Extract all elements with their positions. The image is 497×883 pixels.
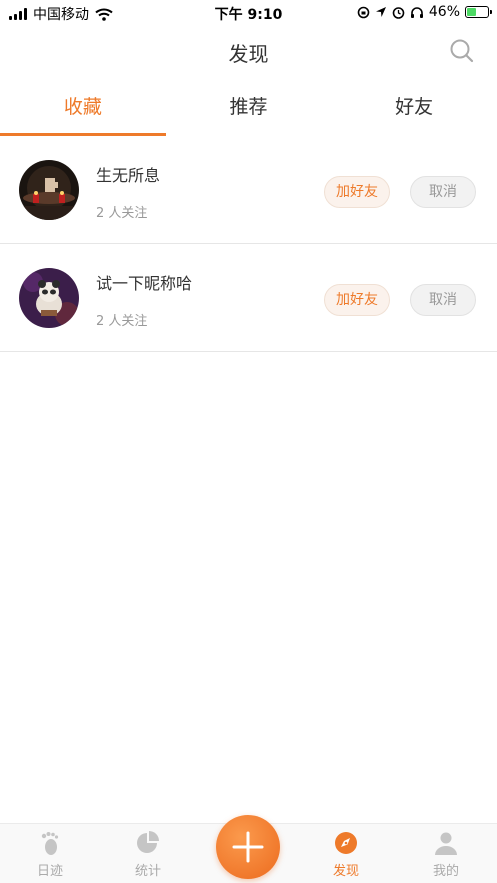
- lock-rotation-icon: [357, 6, 370, 18]
- status-right: 46%: [357, 4, 492, 20]
- add-friend-button[interactable]: 加好友: [324, 176, 390, 208]
- user-name: 试一下昵称哈: [96, 274, 193, 293]
- tabbar-label: 日迹: [36, 864, 63, 879]
- tab-friends[interactable]: 好友: [331, 82, 497, 136]
- add-entry-button[interactable]: [216, 815, 280, 879]
- battery-level: [467, 8, 477, 16]
- list-item[interactable]: 试一下昵称哈 2 人关注 加好友 取消: [0, 244, 497, 352]
- alarm-icon: [392, 6, 405, 19]
- add-friend-button[interactable]: 加好友: [324, 284, 390, 316]
- person-icon: [435, 832, 457, 855]
- tab-recommended[interactable]: 推荐: [166, 82, 332, 136]
- tab-favorites[interactable]: 收藏: [0, 82, 166, 136]
- tabbar-item-stats[interactable]: 统计: [118, 830, 178, 879]
- follower-count: 2 人关注: [96, 206, 148, 221]
- list-item[interactable]: 生无所息 2 人关注 加好友 取消: [0, 136, 497, 244]
- tabbar-label: 发现: [332, 864, 359, 879]
- status-bar: 中国移动 下午 9:10 46%: [0, 0, 497, 26]
- location-icon: [375, 7, 386, 17]
- battery-icon: [465, 6, 492, 18]
- cancel-button[interactable]: 取消: [410, 284, 476, 316]
- nav-bar: 发现: [0, 26, 497, 76]
- battery-percent: 46%: [428, 4, 460, 20]
- pie-chart-icon: [137, 831, 159, 853]
- avatar: [19, 268, 79, 328]
- page-title: 发现: [228, 42, 269, 66]
- footprint-icon: [41, 832, 59, 855]
- tabbar-label: 我的: [432, 864, 459, 879]
- tabbar-item-footprint[interactable]: 日迹: [20, 830, 80, 879]
- headphones-icon: [410, 6, 423, 18]
- user-name: 生无所息: [96, 166, 161, 185]
- search-icon[interactable]: [449, 38, 475, 64]
- favorites-list: 生无所息 2 人关注 加好友 取消 试一下昵称哈 2 人关注 加好友 取消: [0, 136, 497, 352]
- tabbar-item-discover[interactable]: 发现: [316, 830, 376, 879]
- avatar: [19, 160, 79, 220]
- compass-icon: [335, 832, 357, 854]
- follower-count: 2 人关注: [96, 314, 148, 329]
- tab-bar: 收藏 推荐 好友: [0, 82, 497, 136]
- plus-icon: [232, 831, 264, 863]
- tabbar-item-profile[interactable]: 我的: [416, 830, 476, 879]
- cancel-button[interactable]: 取消: [410, 176, 476, 208]
- tabbar-label: 统计: [134, 864, 161, 879]
